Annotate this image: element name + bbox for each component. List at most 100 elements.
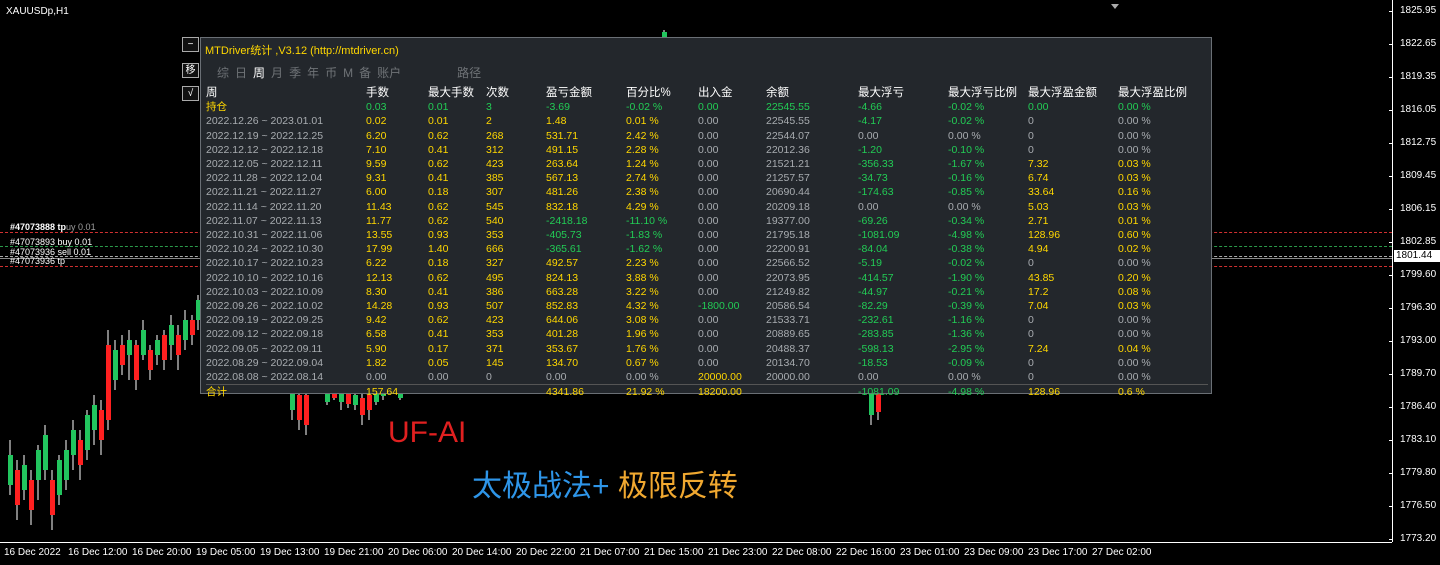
panel-tab[interactable]: M [343,66,353,80]
table-cell: 312 [486,143,504,156]
candle-body [64,450,69,480]
price-axis[interactable]: 1825.95 1822.65 1819.35 1816.05 1812.75 1809.… [1389,0,1440,544]
column-header[interactable]: 最大手数 [428,86,486,100]
candle-body [57,460,62,495]
table-cell: -1081.09 [858,229,900,242]
candle-body [141,330,146,355]
table-cell: 0.00 [698,285,719,298]
column-header[interactable]: 周 [206,86,366,100]
candle-body [169,325,174,345]
table-cell: 128.96 [1028,229,1061,242]
table-row: 2022.11.07 ~ 2022.11.13 11.77 0.62 540 -2418… [206,214,1208,228]
time-tick-label: 21 Dec 15:00 [644,547,704,558]
candle-body [113,350,118,380]
move-button[interactable]: 移 [182,63,199,78]
table-row: 2022.10.31 ~ 2022.11.06 13.55 0.93 353 -405.… [206,228,1208,242]
panel-tab[interactable]: 币 [325,66,337,80]
price-tick [1389,242,1393,243]
price-tick [1389,209,1393,210]
table-row: 2022.12.26 ~ 2023.01.01 0.02 0.01 2 1.48 0.01… [206,114,1208,128]
table-cell: 4.29 % [626,200,659,213]
table-cell: 644.06 [546,314,579,327]
table-cell: 353.67 [546,342,579,355]
candle-body [92,405,97,430]
table-cell: 20000.00 [766,371,810,384]
column-header[interactable]: 最大浮盈比例 [1118,86,1208,100]
table-cell: 3 [486,101,492,114]
table-cell: -174.63 [858,186,894,199]
mtdriver-stats-panel[interactable]: MTDriver统计 ,V3.12 (http://mtdriver.cn) 综… [200,37,1212,400]
check-button[interactable]: √ [182,86,199,101]
table-cell: 3.88 % [626,271,659,284]
table-cell: 6.20 [366,129,387,142]
price-tick-label: 1786.40 [1400,401,1437,412]
table-cell: 0.00 % [1118,129,1151,142]
table-cell: -82.29 [858,300,888,313]
table-cell: -5.19 [858,257,882,270]
table-cell: 0.00 [858,200,879,213]
panel-tab[interactable]: 周 [253,66,265,80]
panel-tab[interactable]: 路径 [457,66,481,80]
candle-body [36,450,41,480]
minimize-button[interactable]: − [182,37,199,52]
candle-body [190,320,195,335]
time-tick-label: 20 Dec 14:00 [452,547,512,558]
table-cell: 0 [1028,129,1034,142]
column-header[interactable]: 最大浮亏比例 [948,86,1028,100]
price-tick [1389,308,1393,309]
table-cell: 824.13 [546,271,579,284]
price-tick [1389,143,1393,144]
table-cell: 8.30 [366,285,387,298]
table-cell: 2.71 [1028,214,1049,227]
panel-tab[interactable]: 账户 [377,66,401,80]
table-cell: -283.85 [858,328,894,341]
table-cell: 0.62 [428,129,449,142]
time-tick-label: 19 Dec 13:00 [260,547,320,558]
column-header[interactable]: 最大浮亏 [858,86,948,100]
panel-tab[interactable]: 月 [271,66,283,80]
candle-body [85,415,90,450]
price-tick-label: 1819.35 [1400,71,1437,82]
price-tick-label: 1793.00 [1400,335,1437,346]
candle-body [50,480,55,515]
time-axis[interactable]: 16 Dec 2022 16 Dec 12:00 16 Dec 20:00 19 De… [0,542,1392,565]
table-cell: 2022.12.05 ~ 2022.12.11 [206,158,323,171]
column-header[interactable]: 百分比% [626,86,698,100]
panel-tab[interactable]: 综 [217,66,229,80]
time-tick-label: 23 Dec 01:00 [900,547,960,558]
table-cell: 507 [486,300,504,313]
table-cell: -1.16 % [948,314,985,327]
column-header[interactable]: 最大浮盈金额 [1028,86,1118,100]
table-cell: 423 [486,314,504,327]
panel-tab[interactable]: 季 [289,66,301,80]
table-cell: 0.01 [428,101,449,114]
table-cell: 495 [486,271,504,284]
price-tick-label: 1806.15 [1400,203,1437,214]
table-cell: 3.08 % [626,314,659,327]
table-cell: 22545.55 [766,101,810,114]
table-cell: 2 [486,115,492,128]
column-header[interactable]: 手数 [366,86,428,100]
table-row: 2022.12.05 ~ 2022.12.11 9.59 0.62 423 263.64… [206,157,1208,171]
panel-tab[interactable]: 年 [307,66,319,80]
price-tick-label: 1789.70 [1400,368,1437,379]
price-chart[interactable]: XAUUSDp,H1 #47073888 tpuy 0.01 #47073893… [0,0,1392,542]
table-cell: 134.70 [546,356,579,369]
table-row: 2022.09.05 ~ 2022.09.11 5.90 0.17 371 353.67… [206,342,1208,356]
table-cell: 157.64 [366,384,428,400]
table-cell: 0.41 [428,328,449,341]
panel-tab[interactable]: 备 [359,66,371,80]
column-header[interactable]: 出入金 [698,86,766,100]
table-total-row: 合计 157.64 4341.86 21.92 % 18200.00 -1081.09 -4… [206,384,1208,400]
price-tick [1389,77,1393,78]
table-cell: 2022.11.14 ~ 2022.11.20 [206,200,322,213]
table-cell: 20209.18 [766,200,810,213]
table-cell: 1.82 [366,356,387,369]
column-header[interactable]: 余额 [766,86,858,100]
column-header[interactable]: 盈亏金额 [546,86,626,100]
table-cell: 0.00 [698,229,719,242]
order-label-tp: #47073888 tpuy 0.01 [10,222,96,232]
table-cell: -0.16 % [948,172,985,185]
panel-tab[interactable]: 日 [235,66,247,80]
column-header[interactable]: 次数 [486,86,546,100]
